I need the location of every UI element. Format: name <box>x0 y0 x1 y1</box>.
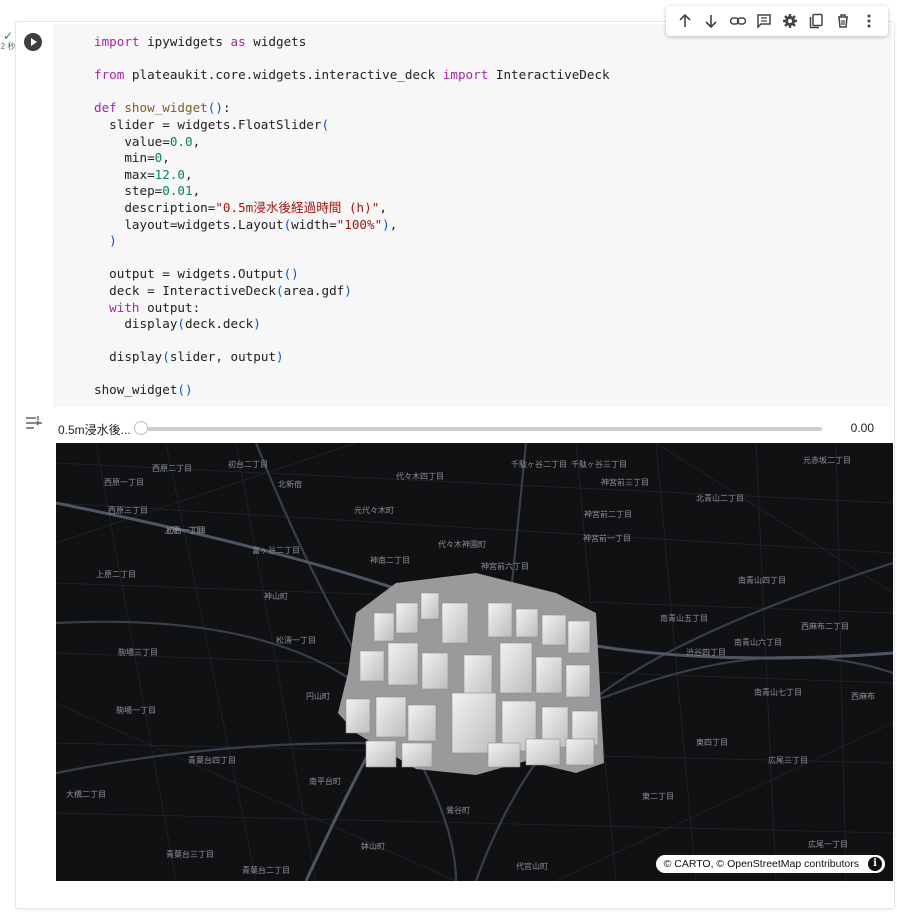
map-label: 広尾一丁目 <box>808 840 848 849</box>
attribution-text: © CARTO, © OpenStreetMap contributors <box>663 858 859 870</box>
map-label: 青葉台三丁目 <box>166 850 214 859</box>
map-label: 上原一丁目 <box>164 526 204 535</box>
map-label: 円山町 <box>306 692 330 701</box>
comment-icon <box>757 14 771 29</box>
gear-icon <box>783 14 798 28</box>
map-label: 東四丁目 <box>696 738 728 747</box>
map-label: 青葉台二丁目 <box>242 866 290 875</box>
map-label: 元赤坂二丁目 <box>803 456 851 465</box>
info-icon[interactable]: i <box>868 857 882 871</box>
map-label: 神宮前六丁目 <box>481 562 529 571</box>
run-cell-button[interactable] <box>24 33 42 51</box>
code-text[interactable]: import ipywidgets as widgets from platea… <box>94 34 610 399</box>
map-label: 神宮前二丁目 <box>584 510 632 519</box>
map-label: 南青山七丁目 <box>754 688 802 697</box>
map-label: 西原一丁目 <box>104 478 144 487</box>
link-icon <box>729 17 746 25</box>
map-label: 西麻布二丁目 <box>801 622 849 631</box>
map-view[interactable]: 初台二丁目 西原二丁目 千駄ヶ谷二丁目 千駄ヶ谷三丁目 元赤坂二丁目 西原一丁目 北新宿 代々… <box>56 443 893 881</box>
code-cell[interactable]: import ipywidgets as widgets from platea… <box>16 6 894 908</box>
map-label: 西原二丁目 <box>152 464 192 473</box>
move-down-button[interactable] <box>700 10 722 32</box>
map-label: 元代々木町 <box>354 506 394 515</box>
map-label: 南青山四丁目 <box>738 576 786 585</box>
map-label: 南青山六丁目 <box>734 638 782 647</box>
map-label: 松濤一丁目 <box>276 636 316 645</box>
more-actions-button[interactable] <box>858 10 880 32</box>
map-label: 初台二丁目 <box>228 460 268 469</box>
slider-track[interactable] <box>140 427 822 431</box>
map-label: 渋谷四丁目 <box>686 648 726 657</box>
code-editor[interactable]: import ipywidgets as widgets from platea… <box>53 24 892 407</box>
map-label: 神南二丁目 <box>370 556 410 565</box>
map-label: 大橋二丁目 <box>66 790 106 799</box>
map-label: 神宮前三丁目 <box>601 478 649 487</box>
mirror-cell-icon <box>810 13 824 29</box>
trash-icon <box>837 14 848 28</box>
map-attribution: © CARTO, © OpenStreetMap contributors i <box>655 855 885 873</box>
check-icon: ✓ <box>2 29 14 43</box>
mirror-cell-button[interactable] <box>805 10 827 32</box>
building-cluster <box>338 573 604 775</box>
play-icon <box>31 38 37 46</box>
slider-thumb[interactable] <box>134 421 148 435</box>
map-label: 青葉台四丁目 <box>188 756 236 765</box>
output-actions-icon <box>26 416 42 429</box>
map-label: 駒場一丁目 <box>116 706 156 715</box>
execution-status: ✓ 2 秒 <box>0 30 16 52</box>
map-label: 神山町 <box>264 592 288 601</box>
map-label: 代々木四丁目 <box>396 472 444 481</box>
copy-link-button[interactable] <box>727 10 749 32</box>
map-label: 西原三丁目 <box>108 506 148 515</box>
map-label: 南青山五丁目 <box>660 614 708 623</box>
slider-value: 0.00 <box>850 421 874 435</box>
map-label: 上原二丁目 <box>96 570 136 579</box>
map-label: 西麻布 <box>851 692 875 701</box>
map-label: 千駄ヶ谷三丁目 <box>571 460 627 469</box>
map-label: 広尾三丁目 <box>768 756 808 765</box>
map-label: 代々木神園町 <box>438 540 486 549</box>
map-label: 南平台町 <box>309 777 341 786</box>
more-vert-icon <box>867 14 871 28</box>
arrow-down-icon <box>705 15 717 29</box>
map-label: 駒場三丁目 <box>118 648 158 657</box>
map-label: 東二丁目 <box>642 792 674 801</box>
map-label: 北青山二丁目 <box>696 494 744 503</box>
move-up-button[interactable] <box>674 10 696 32</box>
cell-toolbar <box>666 6 888 36</box>
float-slider: 0.5m浸水後... 0.00 <box>56 417 894 439</box>
slider-label: 0.5m浸水後... <box>58 423 131 437</box>
delete-cell-button[interactable] <box>832 10 854 32</box>
map-label: 神宮前一丁目 <box>583 534 631 543</box>
map-label: 北新宿 <box>278 480 302 489</box>
map-label: 千駄ヶ谷二丁目 <box>511 460 567 469</box>
arrow-up-icon <box>679 13 691 27</box>
map-label: 富ヶ谷二丁目 <box>252 546 300 555</box>
map-label: 鉢山町 <box>361 842 385 851</box>
output-actions-button[interactable] <box>24 414 44 432</box>
map-canvas <box>56 443 893 881</box>
settings-button[interactable] <box>779 10 801 32</box>
add-comment-button[interactable] <box>753 10 775 32</box>
map-label: 鶯谷町 <box>446 806 470 815</box>
map-label: 代官山町 <box>516 862 548 871</box>
execution-time: 2 秒 <box>0 42 16 51</box>
